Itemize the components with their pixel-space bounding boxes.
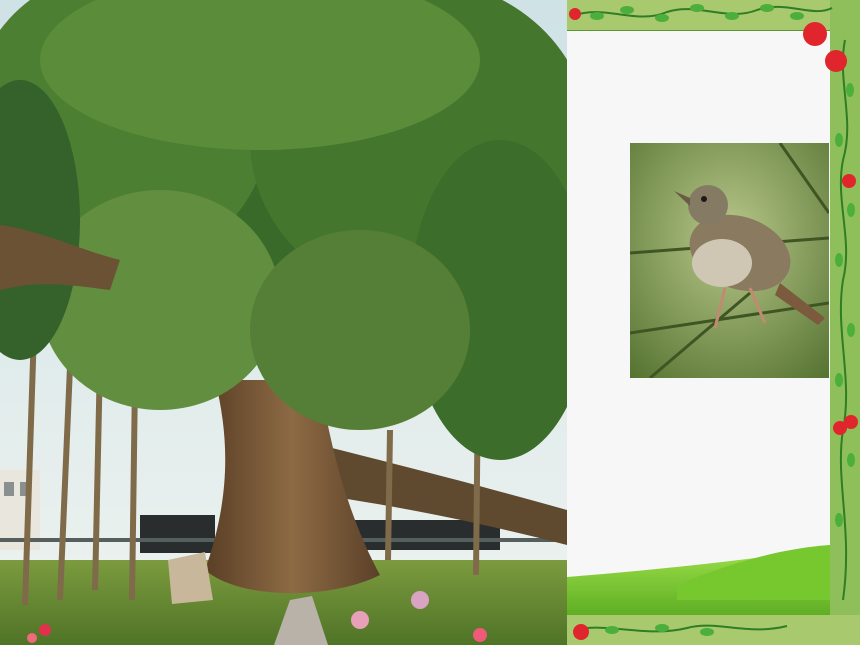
tree-photo bbox=[0, 0, 567, 645]
bird-belly bbox=[692, 239, 752, 287]
banyan-tree-illustration bbox=[0, 0, 567, 645]
bird-photo bbox=[630, 143, 829, 378]
bird-eye bbox=[701, 196, 707, 202]
bird-head bbox=[688, 185, 728, 225]
warbler-bird-illustration bbox=[630, 143, 829, 378]
stone bbox=[168, 552, 213, 604]
